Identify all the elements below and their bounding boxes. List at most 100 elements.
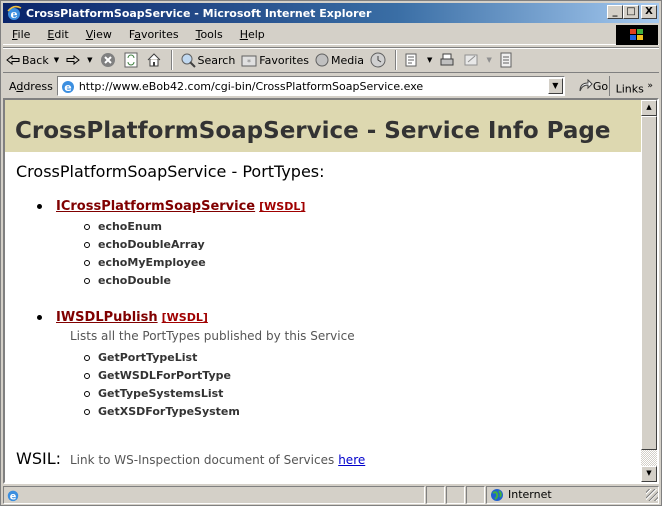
search-icon: [181, 53, 196, 68]
menu-edit[interactable]: Edit: [38, 28, 76, 41]
menu-help-label: elp: [247, 28, 265, 41]
operation-name: echoEnum: [98, 220, 163, 233]
menu-help[interactable]: Help: [231, 28, 273, 41]
minimize-button[interactable]: _: [607, 5, 623, 19]
address-dropdown-button[interactable]: ▼: [547, 78, 563, 94]
page-banner: CrossPlatformSoapService - Service Info …: [5, 100, 641, 152]
wsdl-link[interactable]: [WSDL]: [259, 200, 305, 213]
menu-view-accel: V: [85, 28, 94, 41]
go-label: Go: [592, 79, 609, 93]
operation-item: echoMyEmployee: [83, 254, 641, 272]
wsdl-link[interactable]: [WSDL]: [162, 311, 208, 324]
porttype-list: ICrossPlatformSoapService [WSDL] echoEnum…: [37, 199, 641, 421]
edit-button[interactable]: [460, 49, 484, 71]
toolbar-separator: [170, 50, 173, 70]
windows-flag-icon: [630, 29, 643, 40]
menu-favorites[interactable]: Favorites: [120, 28, 187, 41]
scroll-down-button[interactable]: ▼: [641, 466, 657, 482]
status-main-pane: e: [3, 485, 425, 504]
operation-item: GetXSDForTypeSystem: [83, 403, 641, 421]
menu-tools[interactable]: Tools: [187, 28, 231, 41]
links-chevron-icon: »: [647, 80, 653, 91]
print-button[interactable]: [436, 49, 460, 71]
operation-name: GetTypeSystemsList: [98, 387, 224, 400]
menu-file[interactable]: File: [3, 28, 38, 41]
circle-bullet-icon: [84, 260, 90, 266]
media-icon: [315, 53, 329, 67]
scroll-track[interactable]: [641, 450, 657, 466]
svg-text:e: e: [64, 81, 71, 94]
operation-name: GetPortTypeList: [98, 351, 198, 364]
forward-arrow-icon: [66, 55, 80, 65]
maximize-button[interactable]: □: [623, 5, 639, 19]
menu-favorites-accel: a: [134, 28, 141, 41]
window-title: CrossPlatformSoapService - Microsoft Int…: [26, 6, 372, 20]
svg-text:*: *: [247, 58, 251, 67]
scroll-up-button[interactable]: ▲: [641, 100, 657, 116]
svg-text:e: e: [11, 8, 18, 21]
mail-icon: [405, 53, 417, 67]
search-button[interactable]: Search: [177, 49, 239, 71]
links-button[interactable]: Links »: [608, 76, 653, 96]
porttypes-heading: CrossPlatformSoapService - PortTypes:: [16, 162, 325, 181]
porttype-item: ICrossPlatformSoapService [WSDL] echoEnum…: [37, 199, 641, 290]
operation-name: echoMyEmployee: [98, 256, 206, 269]
favorites-folder-icon: *: [241, 55, 257, 67]
page-content: CrossPlatformSoapService - Service Info …: [5, 100, 641, 482]
porttype-link[interactable]: ICrossPlatformSoapService: [56, 199, 255, 214]
mail-dropdown-icon[interactable]: ▼: [427, 56, 432, 64]
status-pane: [426, 485, 445, 504]
title-bar[interactable]: e CrossPlatformSoapService - Microsoft I…: [3, 3, 659, 23]
document-icon: [500, 52, 512, 68]
address-url[interactable]: http://www.eBob42.com/cgi-bin/CrossPlatf…: [79, 80, 423, 93]
status-pane: [466, 485, 485, 504]
back-dropdown-icon[interactable]: ▼: [54, 56, 59, 64]
go-button[interactable]: Go: [577, 79, 608, 93]
menu-view[interactable]: View: [77, 28, 120, 41]
security-zone: Internet: [486, 485, 659, 504]
edit-dropdown-icon[interactable]: ▼: [486, 56, 491, 64]
edit-icon: [464, 54, 478, 66]
media-button[interactable]: Media: [312, 49, 367, 71]
circle-bullet-icon: [84, 391, 90, 397]
home-button[interactable]: [143, 49, 167, 71]
scroll-thumb[interactable]: [641, 116, 657, 450]
history-button[interactable]: [367, 49, 391, 71]
ie-logo-icon: e: [7, 5, 22, 21]
windows-logo: [616, 25, 658, 45]
circle-bullet-icon: [84, 355, 90, 361]
links-label: Links: [615, 82, 644, 96]
stop-button[interactable]: [97, 49, 121, 71]
media-label: Media: [331, 53, 365, 67]
forward-dropdown-icon[interactable]: ▼: [87, 56, 92, 64]
operation-list: echoEnum echoDoubleArray echoMyEmployee …: [83, 218, 641, 290]
globe-icon: [491, 488, 503, 501]
operation-item: GetTypeSystemsList: [83, 385, 641, 403]
history-icon: [370, 52, 386, 68]
wsil-here-link[interactable]: here: [338, 453, 365, 467]
circle-bullet-icon: [84, 278, 90, 284]
standard-toolbar: Back ▼ ▼ Search * Favorites Media ▼ ▼: [3, 47, 659, 73]
mail-button[interactable]: [401, 49, 425, 71]
resize-grip[interactable]: [646, 488, 658, 501]
menu-favorites-label: vorites: [140, 28, 179, 41]
vertical-scrollbar[interactable]: ▲ ▼: [641, 100, 657, 482]
address-input[interactable]: e http://www.eBob42.com/cgi-bin/CrossPla…: [56, 76, 565, 96]
porttype-link[interactable]: IWSDLPublish: [56, 310, 158, 325]
favorites-button[interactable]: * Favorites: [238, 49, 312, 71]
forward-button[interactable]: [63, 49, 85, 71]
wsil-section: WSIL: Link to WS-Inspection document of …: [16, 449, 365, 468]
porttype-description: Lists all the PortTypes published by thi…: [70, 329, 355, 343]
refresh-button[interactable]: [121, 49, 143, 71]
back-button[interactable]: Back: [3, 49, 52, 71]
operation-item: echoDouble: [83, 272, 641, 290]
menu-edit-label: dit: [54, 28, 69, 41]
close-button[interactable]: X: [641, 5, 657, 19]
back-arrow-icon: [6, 55, 20, 65]
page-ie-icon: e: [61, 81, 74, 94]
page-title: CrossPlatformSoapService - Service Info …: [15, 118, 611, 144]
status-bar: e Internet: [3, 485, 659, 504]
bullet-icon: [37, 315, 42, 320]
operation-name: GetXSDForTypeSystem: [98, 405, 240, 418]
discuss-button[interactable]: [496, 49, 518, 71]
